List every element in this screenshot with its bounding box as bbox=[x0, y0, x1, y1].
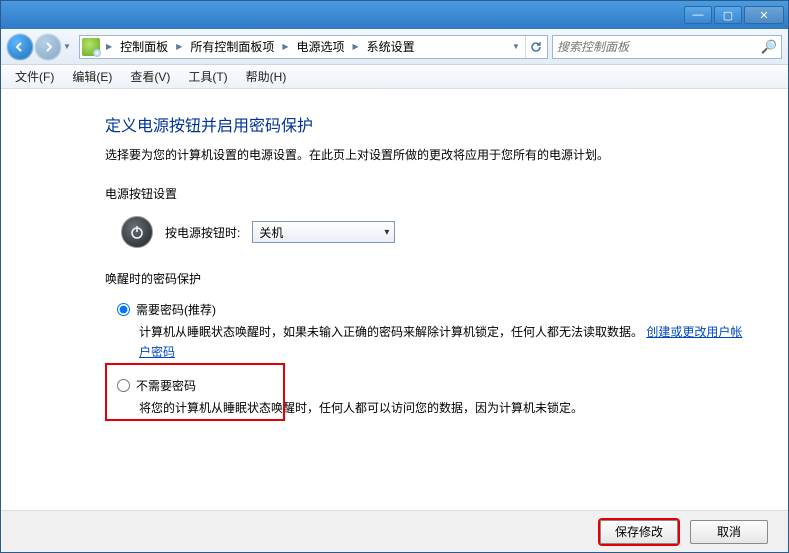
search-input[interactable] bbox=[557, 40, 761, 54]
power-icon bbox=[121, 216, 153, 248]
search-icon[interactable]: 🔍 bbox=[761, 39, 777, 55]
power-button-value: 关机 bbox=[259, 224, 283, 241]
control-panel-icon bbox=[82, 38, 100, 56]
menu-edit[interactable]: 编辑(E) bbox=[64, 66, 120, 87]
forward-button[interactable] bbox=[35, 34, 61, 60]
nav-arrows: ▼ bbox=[7, 34, 75, 60]
option-no-password: 不需要密码 将您的计算机从睡眠状态唤醒时，任何人都可以访问您的数据，因为计算机未… bbox=[105, 377, 748, 418]
menu-file[interactable]: 文件(F) bbox=[7, 66, 62, 87]
breadcrumb-item[interactable]: 系统设置 bbox=[363, 38, 419, 55]
window-controls: — ▢ ✕ bbox=[684, 6, 784, 24]
page-description: 选择要为您的计算机设置的电源设置。在此页上对设置所做的更改将应用于您所有的电源计… bbox=[105, 146, 748, 163]
power-button-select[interactable]: 关机 bbox=[252, 221, 395, 243]
no-password-radio[interactable] bbox=[117, 379, 130, 392]
power-button-row: 按电源按钮时: 关机 bbox=[105, 216, 748, 248]
breadcrumb-item[interactable]: 所有控制面板项 bbox=[186, 38, 278, 55]
save-button[interactable]: 保存修改 bbox=[600, 520, 678, 544]
chevron-right-icon: ▶ bbox=[174, 42, 184, 51]
no-password-desc: 将您的计算机从睡眠状态唤醒时，任何人都可以访问您的数据，因为计算机未锁定。 bbox=[139, 401, 583, 415]
password-section-label: 唤醒时的密码保护 bbox=[105, 270, 748, 287]
menubar: 文件(F) 编辑(E) 查看(V) 工具(T) 帮助(H) bbox=[1, 65, 788, 89]
power-button-label: 按电源按钮时: bbox=[165, 224, 240, 241]
option-require-password: 需要密码(推荐) 计算机从睡眠状态唤醒时，如果未输入正确的密码来解除计算机锁定，… bbox=[105, 301, 748, 363]
search-box[interactable]: 🔍 bbox=[552, 35, 782, 59]
titlebar-caption bbox=[9, 8, 12, 22]
navbar: ▼ ▶ 控制面板 ▶ 所有控制面板项 ▶ 电源选项 ▶ 系统设置 ▼ 🔍 bbox=[1, 29, 788, 65]
page-title: 定义电源按钮并启用密码保护 bbox=[105, 112, 748, 136]
breadcrumb-item[interactable]: 控制面板 bbox=[116, 38, 172, 55]
breadcrumb-item[interactable]: 电源选项 bbox=[293, 38, 349, 55]
chevron-right-icon: ▶ bbox=[104, 42, 114, 51]
maximize-button[interactable]: ▢ bbox=[714, 6, 742, 24]
content: 定义电源按钮并启用密码保护 选择要为您的计算机设置的电源设置。在此页上对设置所做… bbox=[1, 90, 788, 510]
address-bar[interactable]: ▶ 控制面板 ▶ 所有控制面板项 ▶ 电源选项 ▶ 系统设置 ▼ bbox=[79, 35, 548, 59]
no-password-label: 不需要密码 bbox=[136, 377, 196, 394]
chevron-right-icon: ▶ bbox=[280, 42, 290, 51]
require-password-desc: 计算机从睡眠状态唤醒时，如果未输入正确的密码来解除计算机锁定，任何人都无法读取数… bbox=[139, 325, 643, 339]
close-button[interactable]: ✕ bbox=[744, 6, 784, 24]
require-password-radio[interactable] bbox=[117, 303, 130, 316]
nav-history-dropdown[interactable]: ▼ bbox=[63, 42, 75, 51]
minimize-button[interactable]: — bbox=[684, 6, 712, 24]
window: — ▢ ✕ ▼ ▶ 控制面板 ▶ 所有控制面板项 ▶ 电源选项 ▶ 系统设置 bbox=[0, 0, 789, 553]
back-button[interactable] bbox=[7, 34, 33, 60]
titlebar: — ▢ ✕ bbox=[1, 1, 788, 29]
power-button-section-label: 电源按钮设置 bbox=[105, 185, 748, 202]
refresh-button[interactable] bbox=[525, 36, 545, 58]
menu-help[interactable]: 帮助(H) bbox=[238, 66, 295, 87]
chevron-right-icon: ▶ bbox=[351, 42, 361, 51]
menu-view[interactable]: 查看(V) bbox=[122, 66, 178, 87]
require-password-label: 需要密码(推荐) bbox=[136, 301, 216, 318]
address-dropdown[interactable]: ▼ bbox=[509, 42, 523, 51]
menu-tools[interactable]: 工具(T) bbox=[180, 66, 235, 87]
footer: 保存修改 取消 bbox=[1, 510, 788, 552]
cancel-button[interactable]: 取消 bbox=[690, 520, 768, 544]
